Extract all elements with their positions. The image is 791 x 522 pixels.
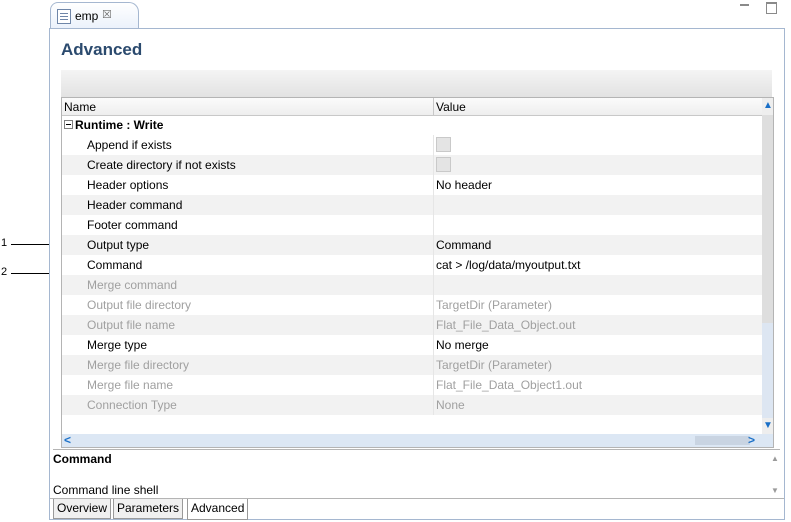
property-row[interactable]: Output file name Flat_File_Data_Object.ou… (62, 315, 762, 335)
property-value[interactable]: Command (436, 235, 491, 255)
vertical-scrollbar[interactable]: ▲ ▼ (762, 98, 773, 435)
group-label: Runtime : Write (64, 116, 163, 134)
property-row[interactable]: Create directory if not exists (62, 155, 762, 175)
description-text: Command line shell (53, 483, 159, 497)
scroll-track[interactable] (762, 323, 773, 418)
horizontal-scrollbar[interactable]: < > (61, 433, 774, 448)
property-name: Command (87, 258, 143, 272)
minimize-icon[interactable] (739, 4, 749, 14)
property-value[interactable]: Flat_File_Data_Object.out (436, 315, 575, 335)
column-divider (433, 195, 434, 215)
column-divider (433, 275, 434, 295)
advanced-panel: Advanced Name Value Runtime : Write Appe… (49, 28, 785, 520)
collapse-icon[interactable] (64, 120, 73, 130)
column-divider (433, 375, 434, 395)
column-header-value[interactable]: Value (436, 100, 466, 114)
property-value[interactable]: No merge (436, 335, 489, 355)
property-name: Merge file directory (87, 358, 190, 372)
column-divider (433, 175, 434, 195)
property-row[interactable]: Merge type No merge (62, 335, 762, 355)
property-row[interactable]: Merge command (62, 275, 762, 295)
column-divider (433, 215, 434, 235)
section-toolbar (61, 70, 772, 97)
property-value[interactable]: TargetDir (Parameter) (436, 295, 552, 315)
property-value[interactable]: cat > /log/data/myoutput.txt (436, 255, 580, 275)
callout-number: 1 (1, 237, 8, 249)
property-row[interactable]: Header command (62, 195, 762, 215)
property-name: Output file directory (87, 298, 192, 312)
grid-rows: Runtime : Write Append if exists Create d… (62, 116, 762, 415)
group-title: Runtime : Write (75, 118, 164, 132)
description-title: Command (53, 452, 112, 466)
group-runtime-write[interactable]: Runtime : Write (62, 116, 762, 135)
page-title: Advanced (61, 40, 143, 59)
property-value[interactable]: None (436, 395, 465, 415)
column-divider (433, 315, 434, 335)
column-divider (433, 155, 434, 175)
close-icon[interactable]: ☒ (102, 8, 112, 21)
editor-tab-emp[interactable]: emp ☒ (50, 2, 139, 30)
column-divider (433, 335, 434, 355)
scroll-right-icon[interactable]: > (748, 433, 755, 447)
page-tab-advanced[interactable]: Advanced (187, 499, 249, 520)
description-scrollbar[interactable]: ▲ ▼ (768, 450, 780, 498)
description-pane: Command Command line shell ▲ ▼ (53, 449, 780, 497)
property-name: Create directory if not exists (87, 158, 236, 172)
property-name: Output file name (87, 318, 176, 332)
property-row[interactable]: Append if exists (62, 135, 762, 155)
scroll-up-icon[interactable]: ▲ (763, 100, 773, 111)
column-header-name[interactable]: Name (64, 100, 96, 114)
property-name: Merge command (87, 278, 178, 292)
scroll-thumb[interactable] (762, 115, 773, 323)
property-grid: Name Value Runtime : Write Append if exi… (61, 97, 774, 435)
page-tab-overview[interactable]: Overview (53, 499, 112, 519)
property-row[interactable]: Header options No header (62, 175, 762, 195)
property-name: Merge type (87, 338, 148, 352)
property-name: Connection Type (87, 398, 177, 412)
property-row[interactable]: Merge file name Flat_File_Data_Object1.ou… (62, 375, 762, 395)
property-name: Append if exists (87, 138, 172, 152)
property-row[interactable]: Footer command (62, 215, 762, 235)
column-divider (433, 355, 434, 375)
property-value[interactable]: No header (436, 175, 492, 195)
property-checkbox[interactable] (436, 157, 451, 172)
scroll-down-icon[interactable]: ▼ (771, 486, 779, 495)
scroll-up-icon[interactable]: ▲ (771, 454, 779, 463)
property-name: Footer command (87, 218, 178, 232)
editor-window: emp ☒ Advanced Name Value Runtime : Writ… (49, 0, 785, 520)
property-value[interactable]: Flat_File_Data_Object1.out (436, 375, 582, 395)
column-divider (433, 395, 434, 415)
property-row[interactable]: Connection Type None (62, 395, 762, 415)
grid-header: Name Value (62, 98, 762, 116)
callout-number: 2 (1, 266, 8, 278)
property-name: Header options (87, 178, 169, 192)
property-checkbox[interactable] (436, 137, 451, 152)
property-name: Output type (87, 238, 150, 252)
editor-tabbar: emp ☒ (49, 0, 785, 30)
property-row[interactable]: Command cat > /log/data/myoutput.txt (62, 255, 762, 275)
property-name: Header command (87, 198, 183, 212)
column-divider (433, 255, 434, 275)
maximize-icon[interactable] (766, 2, 777, 14)
column-divider (433, 235, 434, 255)
column-divider (433, 135, 434, 155)
scroll-down-icon[interactable]: ▼ (763, 420, 773, 431)
property-row[interactable]: Merge file directory TargetDir (Parameter… (62, 355, 762, 375)
column-divider[interactable] (433, 98, 434, 115)
property-name: Merge file name (87, 378, 174, 392)
page-tabs: Overview Parameters Advanced (50, 498, 784, 520)
column-divider (433, 295, 434, 315)
scroll-left-icon[interactable]: < (64, 433, 71, 447)
data-object-icon (57, 9, 71, 24)
window-controls (739, 2, 777, 17)
property-value[interactable]: TargetDir (Parameter) (436, 355, 552, 375)
property-row[interactable]: Output type Command (62, 235, 762, 255)
page-tab-parameters[interactable]: Parameters (113, 499, 184, 519)
horizontal-scroll-thumb[interactable] (695, 436, 750, 445)
editor-tab-label: emp (75, 9, 99, 23)
property-row[interactable]: Output file directory TargetDir (Paramete… (62, 295, 762, 315)
